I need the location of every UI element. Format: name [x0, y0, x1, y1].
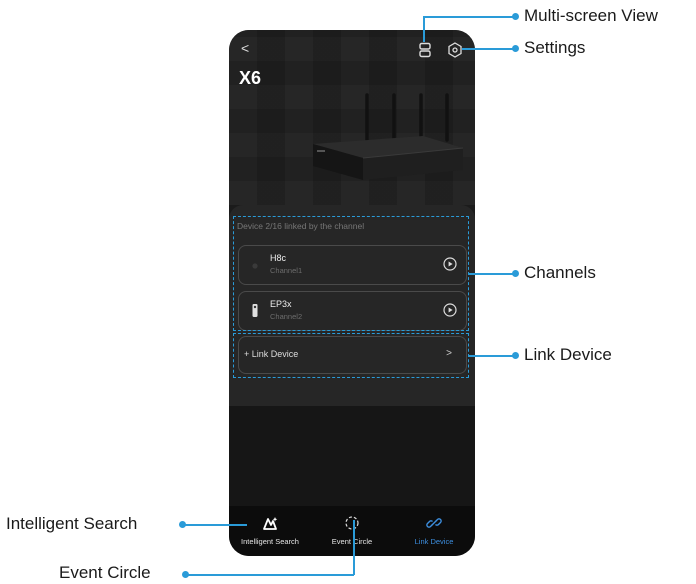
callout-line	[462, 48, 516, 50]
callout-channels: Channels	[524, 263, 596, 282]
intelligent-search-icon	[263, 517, 278, 530]
empty-area	[229, 406, 475, 506]
callout-line	[353, 520, 355, 575]
callout-line	[186, 574, 354, 576]
tab-label: Intelligent Search	[241, 537, 299, 546]
callout-line	[469, 355, 516, 357]
callout-dot	[182, 571, 189, 578]
callout-dot	[512, 352, 519, 359]
callout-line	[423, 16, 425, 42]
callout-multiscreen-view: Multi-screen View	[524, 6, 658, 25]
page-title: X6	[239, 68, 262, 88]
callout-settings: Settings	[524, 38, 586, 57]
event-circle-icon	[345, 516, 359, 530]
callout-line	[183, 524, 247, 526]
tab-intelligent-search[interactable]: Intelligent Search	[229, 506, 311, 556]
callout-link-device: Link Device	[524, 345, 612, 364]
channels-highlight	[233, 216, 469, 331]
callout-dot	[512, 270, 519, 277]
callout-event-circle: Event Circle	[59, 563, 151, 582]
settings-icon[interactable]	[447, 42, 463, 58]
tab-label: Link Device	[414, 537, 454, 546]
callout-line	[423, 16, 516, 18]
bottom-nav: Intelligent Search Event Circle Link Dev…	[229, 506, 475, 556]
callout-intelligent-search: Intelligent Search	[6, 514, 138, 533]
callout-dot	[179, 521, 186, 528]
device-image	[313, 93, 464, 180]
device-hero: < X6	[229, 30, 475, 205]
link-device-highlight	[233, 333, 469, 378]
link-icon	[426, 518, 442, 528]
callout-dot	[512, 13, 519, 20]
multiscreen-view-icon[interactable]	[417, 42, 433, 58]
tab-label: Event Circle	[331, 537, 373, 546]
back-button[interactable]: <	[241, 40, 249, 56]
callout-line	[469, 273, 516, 275]
callout-dot	[512, 45, 519, 52]
tab-event-circle[interactable]: Event Circle	[311, 506, 393, 556]
tab-link-device[interactable]: Link Device	[393, 506, 475, 556]
